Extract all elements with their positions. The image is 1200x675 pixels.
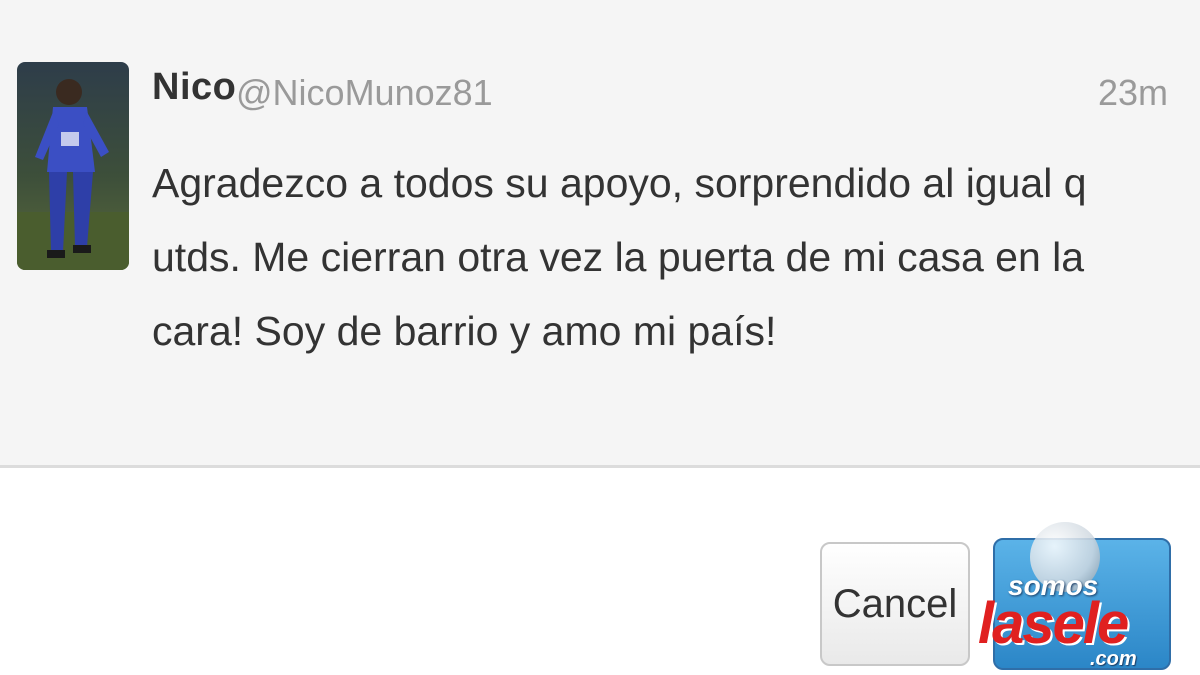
player-photo-icon: [17, 79, 129, 270]
tweet-submit-button[interactable]: [993, 538, 1171, 670]
user-handle[interactable]: @NicoMunoz81: [236, 72, 493, 114]
tweet-text: Agradezco a todos su apoyo, sorprendido …: [152, 160, 1087, 354]
avatar[interactable]: [17, 62, 129, 270]
tweet-card: Nico @NicoMunoz81 23m Agradezco a todos …: [0, 0, 1200, 468]
cancel-button[interactable]: Cancel: [820, 542, 970, 666]
cancel-button-label: Cancel: [832, 581, 958, 626]
tweet-timestamp[interactable]: 23m: [1098, 72, 1168, 114]
user-name[interactable]: Nico: [152, 66, 236, 109]
